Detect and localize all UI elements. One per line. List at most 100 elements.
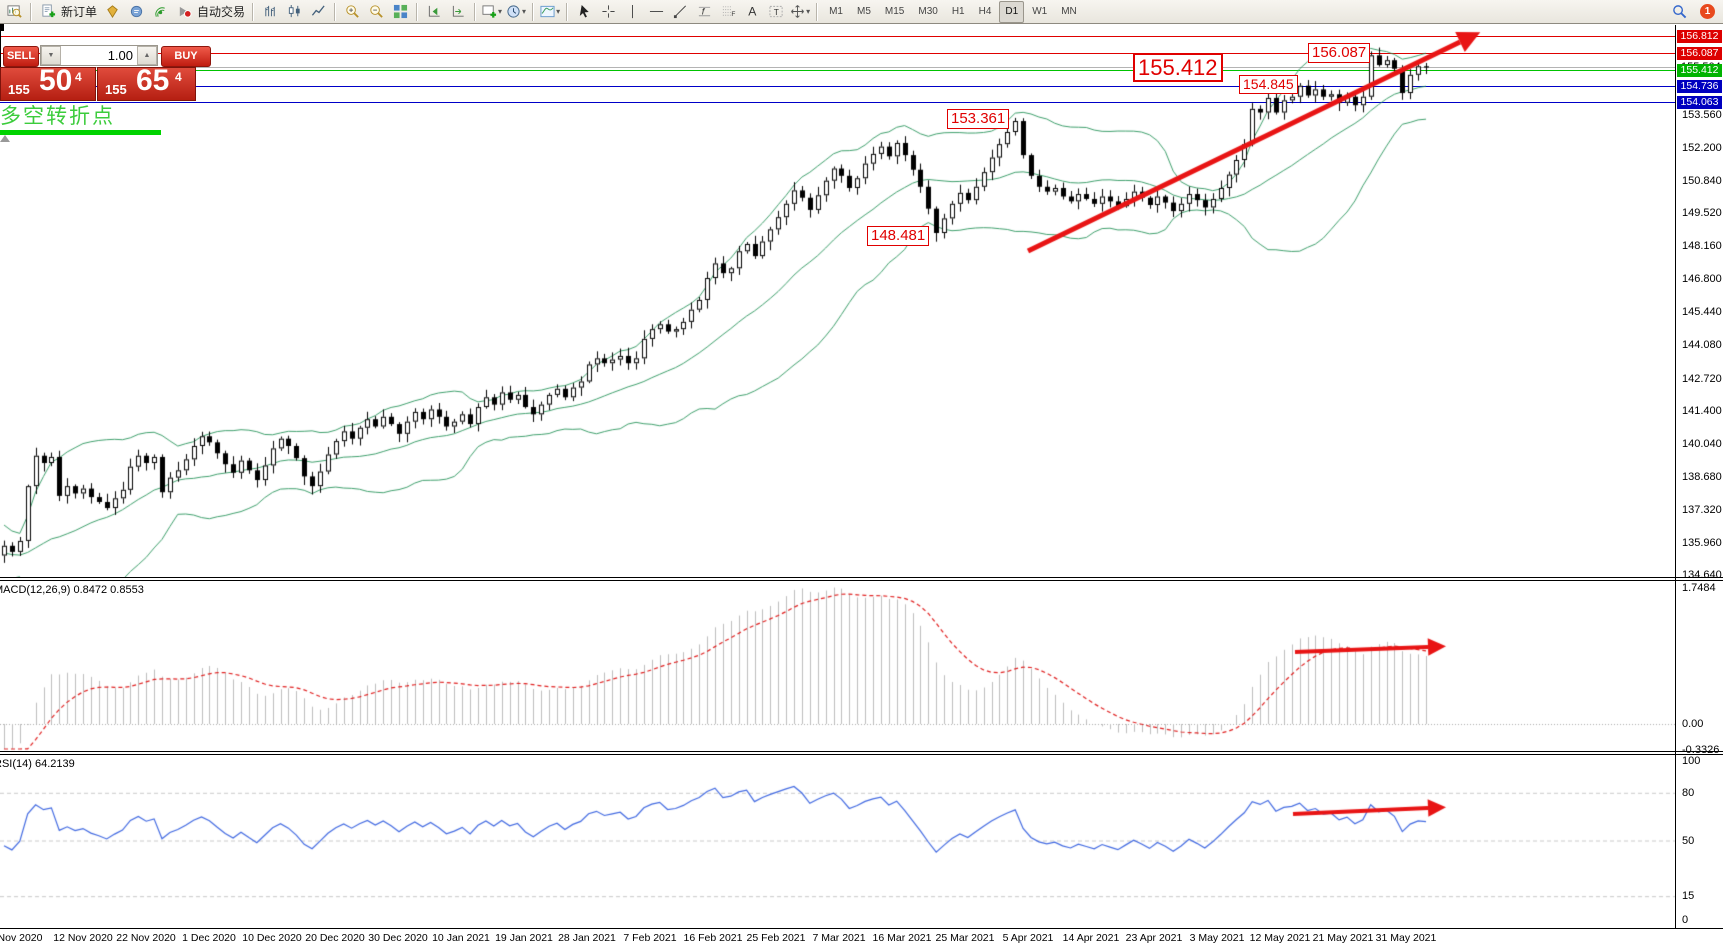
- toolbar-separator: [566, 3, 568, 21]
- time-axis-label: 21 May 2021: [1313, 932, 1374, 944]
- macd-axis-label: 0.00: [1682, 718, 1703, 730]
- shapes-icon[interactable]: ▾: [789, 1, 811, 23]
- rsi-axis-label: 100: [1682, 755, 1700, 767]
- auto-trading-icon[interactable]: [173, 1, 195, 23]
- price-annotation: 153.361: [947, 109, 1009, 129]
- timeframe-button-mn[interactable]: MN: [1055, 1, 1083, 23]
- time-axis-label: 19 Jan 2021: [495, 932, 553, 944]
- time-axis-label: 22 Nov 2020: [116, 932, 176, 944]
- notification-badge[interactable]: 1: [1700, 4, 1715, 19]
- time-axis-label: 10 Dec 2020: [242, 932, 302, 944]
- hline-icon[interactable]: [645, 1, 667, 23]
- crosshair-icon[interactable]: [597, 1, 619, 23]
- timeframe-button-m1[interactable]: M1: [823, 1, 849, 23]
- auto-scroll-icon[interactable]: [447, 1, 469, 23]
- cursor-icon[interactable]: [573, 1, 595, 23]
- ask-price-major: 155: [105, 82, 127, 97]
- ask-price-pips: 65: [136, 64, 169, 98]
- volume-up-button[interactable]: ▲: [137, 46, 157, 65]
- time-axis-label: 14 Apr 2021: [1063, 932, 1120, 944]
- grid-f-icon[interactable]: F: [717, 1, 739, 23]
- price-axis-line: [1675, 25, 1676, 929]
- price-axis-label: 137.320: [1682, 504, 1722, 516]
- timeframe-button-h4[interactable]: H4: [973, 1, 998, 23]
- new-order-label[interactable]: 新订单: [61, 3, 97, 20]
- timeframe-button-m5[interactable]: M5: [851, 1, 877, 23]
- macd-indicator-canvas[interactable]: [0, 581, 1675, 751]
- timeframe-button-w1[interactable]: W1: [1026, 1, 1053, 23]
- price-axis-label: 152.200: [1682, 142, 1722, 154]
- auto-trading-label[interactable]: 自动交易: [197, 3, 245, 20]
- candle-chart-icon[interactable]: [283, 1, 305, 23]
- price-badge: 156.087: [1677, 47, 1722, 60]
- zoom-in-icon[interactable]: [341, 1, 363, 23]
- price-axis-label: 140.040: [1682, 438, 1722, 450]
- dropdown-arrow-icon[interactable]: ▾: [806, 7, 810, 16]
- search-icon[interactable]: [1668, 1, 1690, 23]
- time-axis-label: 16 Feb 2021: [684, 932, 743, 944]
- chart-shift-icon[interactable]: [423, 1, 445, 23]
- time-axis-label: 7 Mar 2021: [812, 932, 865, 944]
- price-axis-label: 142.720: [1682, 373, 1722, 385]
- time-axis-label: 25 Feb 2021: [747, 932, 806, 944]
- macd-label: MACD(12,26,9) 0.8472 0.8553: [0, 584, 144, 596]
- volume-input[interactable]: [61, 46, 137, 65]
- main-toolbar: 新订单 自动交易 ▾ ▾ ▾ f FAT ▾ M1M5M15M30H1H4D1W1MN 1: [0, 0, 1723, 24]
- rsi-axis-label: 80: [1682, 787, 1694, 799]
- rsi-label: RSI(14) 64.2139: [0, 758, 75, 770]
- ask-price-box[interactable]: 155 65 4: [97, 67, 196, 101]
- price-axis-label: 141.400: [1682, 405, 1722, 417]
- text-label-icon[interactable]: T: [765, 1, 787, 23]
- rsi-axis-label: 50: [1682, 835, 1694, 847]
- time-axis-label: Nov 2020: [0, 932, 42, 944]
- template-icon[interactable]: ▾: [539, 1, 561, 23]
- bar-chart-icon[interactable]: [259, 1, 281, 23]
- price-badge: 154.063: [1677, 96, 1722, 109]
- pane-separator[interactable]: [0, 751, 1723, 755]
- timeframe-button-m15[interactable]: M15: [879, 1, 910, 23]
- pane-separator: [0, 928, 1723, 929]
- bid-price-box[interactable]: 155 50 4: [0, 67, 96, 101]
- toolbar-separator: [334, 3, 336, 21]
- toolbar-separator: [816, 3, 818, 21]
- price-badge: 155.412: [1677, 64, 1722, 77]
- timeframe-button-h1[interactable]: H1: [946, 1, 971, 23]
- zoom-out-icon[interactable]: [365, 1, 387, 23]
- tile-windows-icon[interactable]: [389, 1, 411, 23]
- dropdown-arrow-icon[interactable]: ▾: [522, 7, 526, 16]
- line-chart-icon[interactable]: [307, 1, 329, 23]
- timeframe-button-m30[interactable]: M30: [912, 1, 943, 23]
- history-center-icon[interactable]: [101, 1, 123, 23]
- toolbar-separator: [416, 3, 418, 21]
- trend-note-label: 多空转折点: [0, 100, 161, 130]
- chart-window-icon[interactable]: [3, 1, 25, 23]
- timeframe-button-d1[interactable]: D1: [999, 1, 1024, 23]
- time-axis-label: 31 May 2021: [1376, 932, 1437, 944]
- volume-down-button[interactable]: ▼: [41, 46, 61, 65]
- time-axis-label: 16 Mar 2021: [873, 932, 932, 944]
- chart-shift-marker[interactable]: [0, 135, 10, 142]
- pane-separator[interactable]: [0, 577, 1723, 581]
- dropdown-arrow-icon[interactable]: ▾: [556, 7, 560, 16]
- price-annotation: 155.412: [1133, 53, 1223, 82]
- vline-icon[interactable]: [621, 1, 643, 23]
- trendline-icon[interactable]: [669, 1, 691, 23]
- dropdown-arrow-icon[interactable]: ▾: [498, 7, 502, 16]
- clock-icon[interactable]: ▾: [505, 1, 527, 23]
- time-axis-label: 5 Apr 2021: [1003, 932, 1054, 944]
- svg-text:F: F: [731, 11, 735, 18]
- fibo-icon[interactable]: f: [693, 1, 715, 23]
- support-zone-line: [0, 130, 161, 135]
- news-icon[interactable]: [125, 1, 147, 23]
- price-chart-canvas[interactable]: [0, 25, 1675, 577]
- time-axis-label: 23 Apr 2021: [1126, 932, 1183, 944]
- toolbar-separator: [532, 3, 534, 21]
- text-icon[interactable]: A: [741, 1, 763, 23]
- time-axis-label: 30 Dec 2020: [368, 932, 428, 944]
- new-order-icon[interactable]: [37, 1, 59, 23]
- signals-icon[interactable]: [149, 1, 171, 23]
- rsi-indicator-canvas[interactable]: [0, 755, 1675, 928]
- new-chart-icon[interactable]: ▾: [481, 1, 503, 23]
- price-annotation: 148.481: [867, 226, 929, 246]
- sell-button[interactable]: SELL: [3, 46, 39, 67]
